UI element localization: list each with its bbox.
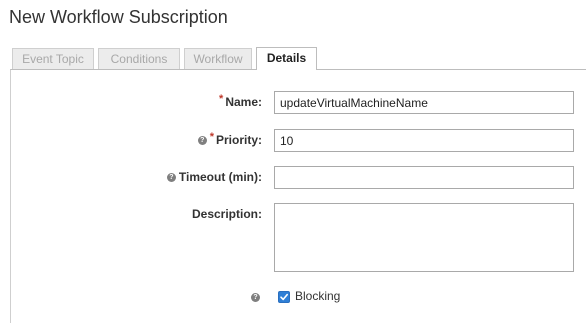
tab-conditions[interactable]: Conditions — [98, 48, 180, 69]
required-asterisk: * — [219, 93, 224, 105]
name-label-text: Name: — [225, 95, 262, 109]
name-input[interactable] — [274, 91, 574, 114]
description-label-text: Description: — [191, 207, 262, 221]
timeout-input[interactable] — [274, 166, 574, 189]
timeout-label-text: Timeout (min): — [178, 170, 262, 184]
required-asterisk: * — [209, 131, 214, 143]
tab-workflow[interactable]: Workflow — [184, 48, 252, 69]
tab-strip: Event Topic Conditions Workflow Details — [12, 47, 317, 70]
priority-field-label: ? * Priority: — [197, 131, 262, 147]
help-icon[interactable]: ? — [197, 135, 207, 145]
timeout-field-label: ? Timeout (min): — [166, 170, 262, 184]
description-field-label: Description: — [192, 207, 262, 221]
help-icon[interactable]: ? — [251, 293, 260, 302]
help-icon[interactable]: ? — [166, 172, 176, 182]
priority-input[interactable] — [274, 129, 574, 152]
name-field-label: * Name: — [219, 93, 262, 109]
tab-details[interactable]: Details — [256, 47, 317, 70]
tab-event-topic[interactable]: Event Topic — [12, 48, 94, 69]
blocking-label: Blocking — [295, 289, 341, 303]
priority-label-text: Priority: — [215, 133, 262, 147]
blocking-checkbox[interactable] — [278, 291, 290, 303]
checkmark-icon — [280, 293, 288, 301]
description-textarea[interactable] — [274, 203, 574, 272]
dialog-title: New Workflow Subscription — [9, 7, 228, 27]
